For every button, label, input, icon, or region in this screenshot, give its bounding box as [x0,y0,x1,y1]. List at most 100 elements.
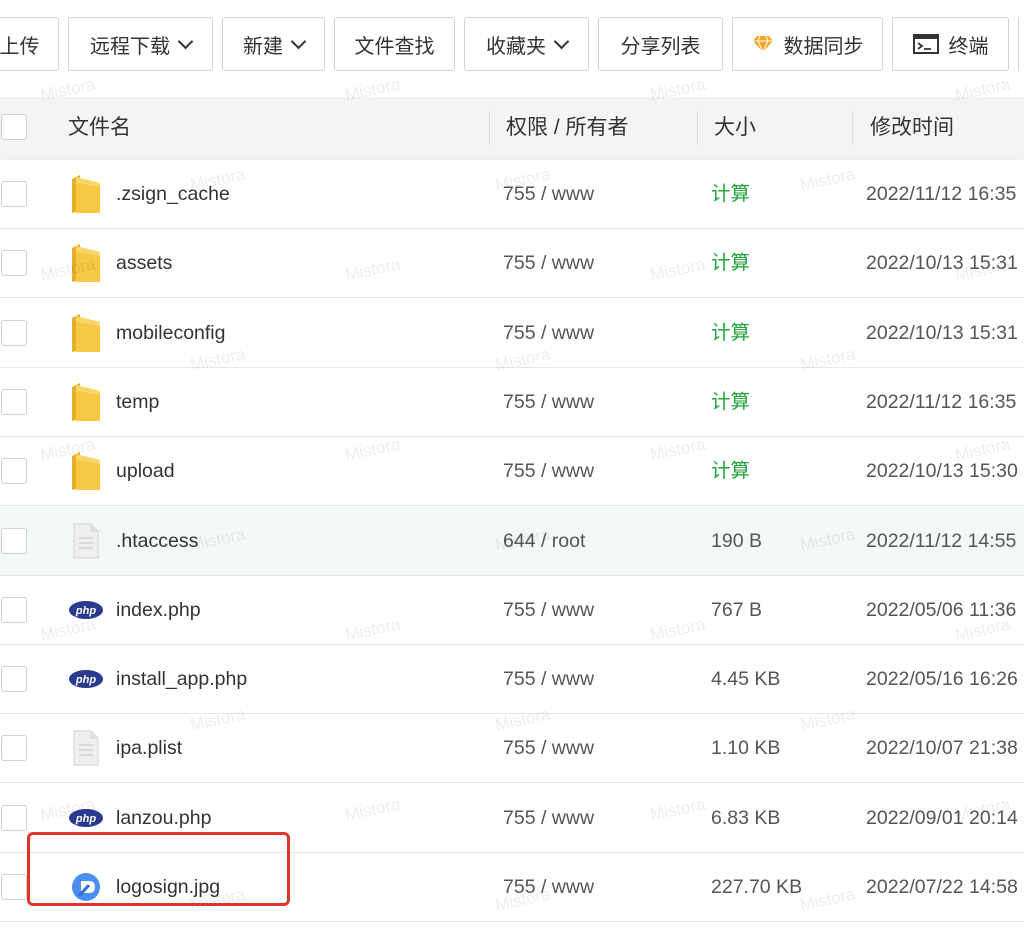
file-name[interactable]: index.php [116,576,201,645]
image-icon [68,865,104,909]
table-row[interactable]: temp 755 / www 计算 2022/11/12 16:35 [0,367,1024,437]
table-row[interactable]: php index.php 755 / www 767 B 2022/05/06 11:… [0,575,1024,645]
table-row[interactable]: php install_app.php 755 / www 4.45 KB 2022/0… [0,645,1024,715]
table-header: 文件名 权限 / 所有者 大小 修改时间 [0,97,1024,159]
table-row[interactable]: .htaccess 644 / root 190 B 2022/11/12 14:55 [0,506,1024,576]
file-permission[interactable]: 755 / www [503,645,594,714]
file-name[interactable]: mobileconfig [116,299,225,368]
table-row[interactable]: php lanzou.php 755 / www 6.83 KB 2022/09/01 … [0,783,1024,853]
remote-download-button[interactable]: 远程下载 [68,17,213,71]
file-size: 227.70 KB [711,876,803,898]
table-row[interactable]: .zsign_cache 755 / www 计算 2022/11/12 16:35 [0,160,1024,229]
file-name[interactable]: upload [116,437,175,506]
row-checkbox[interactable] [1,666,27,693]
file-name[interactable]: logosign.jpg [116,853,220,922]
upload-label: 上传 [0,35,40,58]
table-row[interactable]: logosign.jpg 755 / www 227.70 KB 2022/07/22… [0,853,1024,922]
file-name[interactable]: lanzou.php [116,784,211,853]
file-size: 4.45 KB [711,668,781,691]
file-permission[interactable]: 755 / www [503,368,594,437]
row-checkbox[interactable] [1,596,27,623]
column-divider [852,111,853,145]
share-list-label: 分享列表 [620,35,701,58]
file-mtime: 2022/10/13 15:30 [866,460,1018,483]
svg-text:php: php [75,674,96,686]
folder-icon [68,449,104,493]
terminal-button[interactable]: 终端 [892,17,1009,71]
file-name[interactable]: ipa.plist [116,714,182,783]
header-mtime[interactable]: 修改时间 [870,97,954,159]
table-row[interactable]: ipa.plist 755 / www 1.10 KB 2022/10/07 21:3… [0,714,1024,784]
row-checkbox[interactable] [1,250,27,277]
file-name[interactable]: .htaccess [116,507,198,576]
file-permission[interactable]: 755 / www [503,714,594,783]
file-size: 767 B [711,598,762,621]
table-row[interactable]: mobileconfig 755 / www 计算 2022/10/13 15:31 [0,298,1024,368]
calculate-size-link[interactable]: 计算 [711,229,750,298]
svg-text:php: php [75,605,96,617]
folder-icon [68,172,104,216]
chevron-down-icon [177,33,194,49]
file-permission[interactable]: 644 / root [503,507,585,576]
file-size: 1.10 KB [711,737,781,760]
terminal-icon [912,34,939,54]
file-size: 190 B [711,529,762,552]
file-permission[interactable]: 755 / www [503,160,594,229]
more-button-edge[interactable] [1018,17,1024,71]
table-row[interactable]: assets 755 / www 计算 2022/10/13 15:31 [0,229,1024,299]
file-permission[interactable]: 755 / www [503,784,594,853]
file-search-button[interactable]: 文件查找 [334,17,455,71]
file-mtime: 2022/09/01 20:14 [866,806,1018,829]
file-name[interactable]: assets [116,229,172,298]
new-button[interactable]: 新建 [222,17,325,71]
chevron-down-icon [290,33,307,49]
header-permission[interactable]: 权限 / 所有者 [506,97,629,159]
row-checkbox[interactable] [1,388,27,415]
calculate-size-link[interactable]: 计算 [711,437,750,506]
php-icon: php [68,588,104,632]
chevron-down-icon [553,33,570,49]
file-permission[interactable]: 755 / www [503,576,594,645]
file-name[interactable]: install_app.php [116,645,247,714]
diamond-icon [752,34,774,54]
file-permission[interactable]: 755 / www [503,299,594,368]
file-permission[interactable]: 755 / www [503,437,594,506]
new-label: 新建 [243,35,283,58]
row-checkbox[interactable] [1,458,27,485]
file-name[interactable]: temp [116,368,159,437]
select-all-checkbox[interactable] [1,114,27,140]
share-list-button[interactable]: 分享列表 [598,17,723,71]
svg-text:php: php [75,813,96,825]
file-size: 6.83 KB [711,806,781,829]
column-divider [697,111,698,145]
file-permission[interactable]: 755 / www [503,853,594,922]
folder-icon [68,241,104,285]
folder-icon [68,311,104,355]
row-checkbox[interactable] [1,874,27,900]
toolbar: 上传 远程下载 新建 文件查找 收藏夹 分享列表 数据同步 终端 [0,0,1024,90]
row-checkbox[interactable] [1,527,27,554]
file-mtime: 2022/07/22 14:58 [866,876,1018,898]
calculate-size-link[interactable]: 计算 [711,368,750,437]
table-row[interactable]: upload 755 / www 计算 2022/10/13 15:30 [0,437,1024,507]
file-mtime: 2022/11/12 14:55 [866,529,1017,552]
file-permission[interactable]: 755 / www [503,229,594,298]
calculate-size-link[interactable]: 计算 [711,160,750,229]
header-size[interactable]: 大小 [714,97,756,159]
file-name[interactable]: .zsign_cache [116,160,230,229]
data-sync-label: 数据同步 [783,35,864,58]
file-mtime: 2022/10/13 15:31 [866,252,1018,275]
upload-button[interactable]: 上传 [0,17,59,71]
favorites-button[interactable]: 收藏夹 [464,17,589,71]
data-sync-button[interactable]: 数据同步 [732,17,883,71]
row-checkbox[interactable] [1,181,27,207]
file-mtime: 2022/05/06 11:36 [866,598,1017,621]
remote-download-label: 远程下载 [90,35,170,58]
folder-icon [68,380,104,424]
calculate-size-link[interactable]: 计算 [711,299,750,368]
header-filename[interactable]: 文件名 [68,97,131,159]
favorites-label: 收藏夹 [486,35,546,58]
row-checkbox[interactable] [1,319,27,346]
row-checkbox[interactable] [1,735,27,762]
row-checkbox[interactable] [1,804,27,831]
